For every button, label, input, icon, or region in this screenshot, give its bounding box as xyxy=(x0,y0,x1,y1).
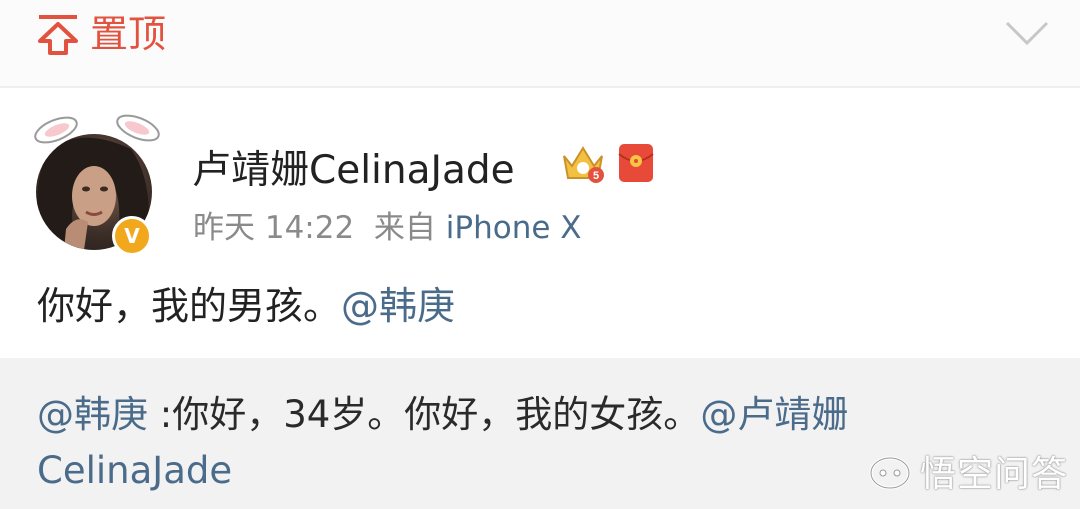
weibo-post: V 卢靖姗CelinaJade 5 昨天 14:22 来自 iPhone X 你… xyxy=(0,88,1080,358)
watermark: 悟空问答 xyxy=(868,444,1068,498)
watermark-text: 悟空问答 xyxy=(920,454,1069,495)
pin-top-icon xyxy=(38,15,78,55)
avatar-container[interactable]: V xyxy=(30,108,165,256)
post-time: 昨天 14:22 xyxy=(193,210,355,246)
repost-line: @韩庚 :你好，34岁。你好，我的女孩。@卢靖姗 xyxy=(37,392,848,438)
pinned-header: 置顶 xyxy=(0,0,1080,88)
post-meta: 昨天 14:22 来自 iPhone X xyxy=(193,209,582,247)
quoted-repost[interactable]: @韩庚 :你好，34岁。你好，我的女孩。@卢靖姗 CelinaJade 悟空问答 xyxy=(0,358,1080,509)
crown-vip-icon[interactable]: 5 xyxy=(560,142,606,184)
mention-link[interactable]: @韩庚 xyxy=(341,284,455,328)
repost-mention-continued[interactable]: CelinaJade xyxy=(37,448,232,494)
source-prefix: 来自 xyxy=(373,210,436,246)
red-packet-icon[interactable] xyxy=(617,142,655,184)
post-text: 你好，我的男孩。 xyxy=(37,284,342,328)
post-content: 你好，我的男孩。@韩庚 xyxy=(37,283,455,329)
username[interactable]: 卢靖姗CelinaJade xyxy=(192,148,515,194)
repost-text: :你好，34岁。你好，我的女孩。 xyxy=(148,393,701,436)
source-device-link[interactable]: iPhone X xyxy=(446,210,582,246)
verified-badge: V xyxy=(112,216,152,256)
wukong-logo-icon xyxy=(869,456,911,490)
pin-label: 置顶 xyxy=(90,12,167,56)
repost-mention-link[interactable]: @卢靖姗 xyxy=(700,393,848,436)
svg-text:5: 5 xyxy=(593,170,599,182)
repost-author-mention[interactable]: @韩庚 xyxy=(37,393,148,436)
chevron-down-icon[interactable] xyxy=(1004,18,1050,48)
